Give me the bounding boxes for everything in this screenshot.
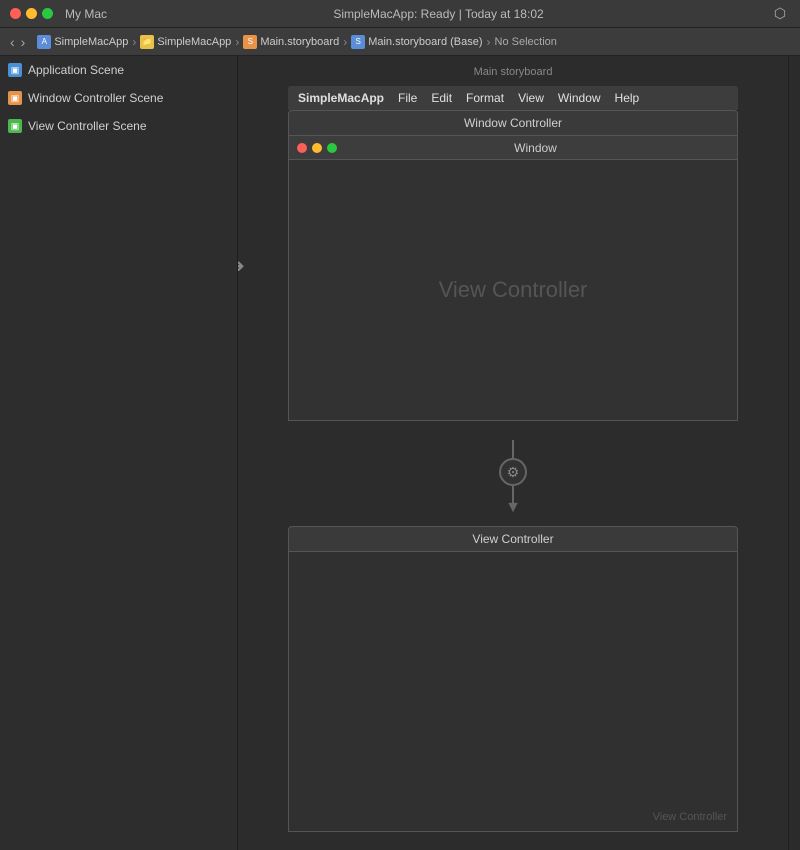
nav-back-button[interactable]: ‹ — [8, 34, 17, 50]
menubar-help[interactable]: Help — [615, 91, 640, 105]
breadcrumb-item-1[interactable]: A SimpleMacApp — [37, 35, 128, 49]
breadcrumb-sep-2: › — [235, 35, 239, 49]
win-close-button — [297, 143, 307, 153]
title-bar-right: ⬡ — [770, 4, 790, 24]
sidebar-item-application-scene-label: Application Scene — [28, 63, 124, 77]
canvas-area[interactable]: Main storyboard SimpleMacApp File Edit F… — [238, 56, 788, 850]
nav-forward-button[interactable]: › — [19, 34, 28, 50]
connector-arrow: ▼ — [505, 500, 521, 516]
status-label: SimpleMacApp: Ready | Today at 18:02 — [107, 7, 770, 21]
menubar-file[interactable]: File — [398, 91, 417, 105]
breadcrumb-storyboard: Main.storyboard — [260, 36, 339, 48]
connector-line-top — [512, 440, 514, 458]
connector-area: ⚙ ▼ — [499, 440, 527, 516]
storyboard-base-icon: S — [351, 35, 365, 49]
right-panel — [788, 56, 800, 850]
window-controller-header: Window Controller — [288, 110, 738, 136]
sidebar-item-view-controller-label: View Controller Scene — [28, 119, 147, 133]
folder-icon: 📁 — [140, 35, 154, 49]
window-titlebar: Window — [289, 136, 737, 160]
minimize-button[interactable] — [26, 8, 37, 19]
breadcrumb-nav[interactable]: ‹ › — [8, 34, 27, 50]
breadcrumb-storyboard-base: Main.storyboard (Base) — [368, 36, 482, 48]
menubar-format[interactable]: Format — [466, 91, 504, 105]
breadcrumb-sep-3: › — [343, 35, 347, 49]
vc-header: View Controller — [288, 526, 738, 552]
vc-watermark: View Controller — [653, 811, 727, 823]
window-controller-scene: ➔ Window Controller Window View Controll… — [288, 110, 738, 421]
connector-icon: ⚙ — [507, 464, 520, 481]
traffic-lights — [10, 8, 53, 19]
sidebar-item-application-scene[interactable]: ▣ Application Scene — [0, 56, 237, 84]
sidebar-item-window-controller-scene[interactable]: ▣ Window Controller Scene — [0, 84, 237, 112]
view-controller-scene: View Controller View Controller — [288, 526, 738, 832]
win-maximize-button — [327, 143, 337, 153]
menubar-window[interactable]: Window — [558, 91, 601, 105]
title-bar-left: My Mac — [10, 7, 107, 21]
close-button[interactable] — [10, 8, 21, 19]
vc-content: View Controller — [288, 552, 738, 832]
sidebar-item-window-controller-label: Window Controller Scene — [28, 91, 163, 105]
window-controller-icon: ▣ — [8, 91, 22, 105]
menubar-edit[interactable]: Edit — [431, 91, 452, 105]
breadcrumb-sep-1: › — [132, 35, 136, 49]
breadcrumb-item-4[interactable]: S Main.storyboard (Base) — [351, 35, 482, 49]
share-icon[interactable]: ⬡ — [770, 4, 790, 24]
breadcrumb-bar: ‹ › A SimpleMacApp › 📁 SimpleMacApp › S … — [0, 28, 800, 56]
main-layout: ▣ Application Scene ▣ Window Controller … — [0, 56, 800, 850]
breadcrumb-simplemacapp: SimpleMacApp — [54, 36, 128, 48]
breadcrumb-sep-4: › — [487, 35, 491, 49]
maximize-button[interactable] — [42, 8, 53, 19]
breadcrumb-item-3[interactable]: S Main.storyboard — [243, 35, 339, 49]
menubar-view[interactable]: View — [518, 91, 544, 105]
mac-menubar: SimpleMacApp File Edit Format View Windo… — [288, 86, 738, 110]
breadcrumb-folder: SimpleMacApp — [157, 36, 231, 48]
window-frame: Window View Controller — [288, 136, 738, 421]
connector-circle: ⚙ — [499, 458, 527, 486]
window-title: Window — [342, 141, 729, 155]
sidebar-item-view-controller-scene[interactable]: ▣ View Controller Scene — [0, 112, 237, 140]
simplemacapp-icon: A — [37, 35, 51, 49]
window-vc-label: View Controller — [439, 277, 588, 303]
breadcrumb-item-2[interactable]: 📁 SimpleMacApp — [140, 35, 231, 49]
menubar-app: SimpleMacApp — [298, 91, 384, 105]
application-scene-icon: ▣ — [8, 63, 22, 77]
view-controller-icon: ▣ — [8, 119, 22, 133]
storyboard-label: Main storyboard — [474, 66, 553, 78]
win-minimize-button — [312, 143, 322, 153]
machine-label: My Mac — [65, 7, 107, 21]
storyboard-icon: S — [243, 35, 257, 49]
window-content: View Controller — [289, 160, 737, 420]
sidebar: ▣ Application Scene ▣ Window Controller … — [0, 56, 238, 850]
entry-arrow: ➔ — [238, 253, 245, 278]
title-bar: My Mac SimpleMacApp: Ready | Today at 18… — [0, 0, 800, 28]
breadcrumb-no-selection: No Selection — [495, 36, 557, 48]
